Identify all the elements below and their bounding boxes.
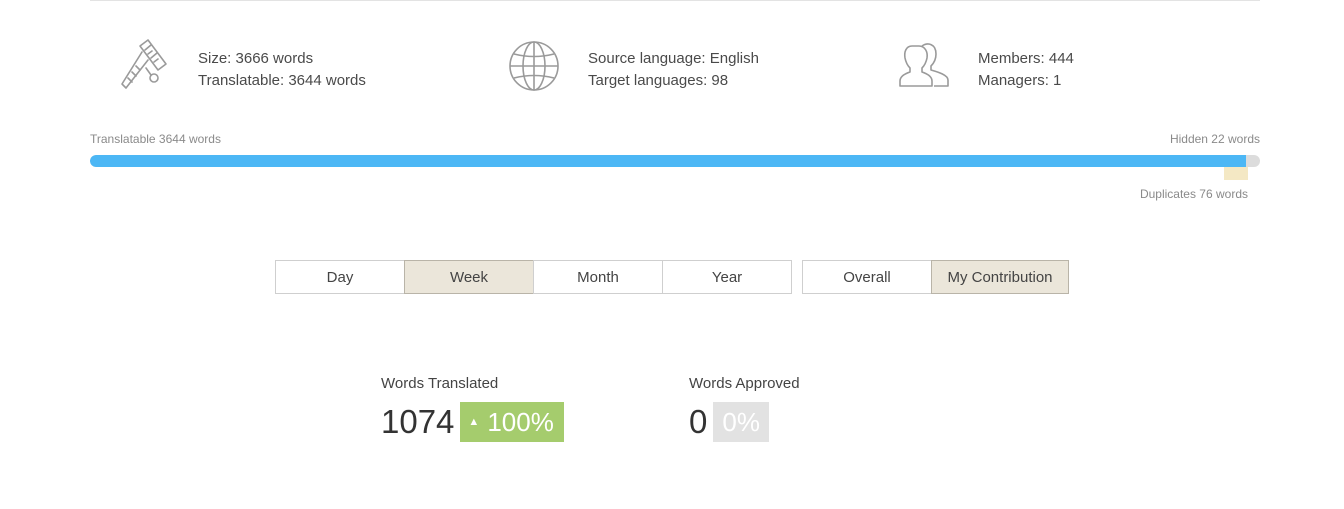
size-text: Size: 3666 words Translatable: 3644 word… [198, 48, 366, 92]
managers-value: Managers: 1 [978, 72, 1062, 89]
hidden-bar-label: Hidden 22 words [1169, 132, 1260, 146]
top-divider [90, 0, 1260, 1]
members-text: Members: 444 Managers: 1 [978, 48, 1074, 92]
tab-my-contribution[interactable]: My Contribution [931, 260, 1069, 294]
words-translated-label: Words Translated [381, 375, 499, 392]
tab-year[interactable]: Year [662, 260, 792, 294]
scope-tabs: Overall My Contribution [802, 260, 1069, 294]
words-translated-metric: Words Translated 1074 ▲ 100% [381, 375, 564, 442]
words-translated-change-value: 100% [487, 406, 554, 437]
language-text: Source language: English Target language… [588, 48, 759, 92]
source-language-value: Source language: English [588, 50, 759, 67]
translatable-bar-label: Translatable 3644 words [90, 132, 221, 146]
tab-week[interactable]: Week [404, 260, 534, 294]
translatable-value: Translatable: 3644 words [198, 72, 366, 89]
size-value: Size: 3666 words [198, 50, 314, 67]
word-progress-bar [90, 155, 1260, 167]
target-languages-value: Target languages: 98 [588, 72, 729, 89]
tab-day[interactable]: Day [275, 260, 405, 294]
words-approved-metric: Words Approved 0 0% [689, 375, 800, 442]
translatable-progress-fill [90, 155, 1246, 167]
tab-overall[interactable]: Overall [802, 260, 932, 294]
duplicates-marker [1224, 167, 1248, 180]
users-icon [899, 43, 949, 87]
caliper-icon [121, 39, 167, 89]
words-translated-value: 1074 [381, 403, 455, 440]
globe-icon [509, 41, 559, 91]
period-tabs: Day Week Month Year [275, 260, 792, 294]
arrow-up-icon: ▲ [468, 416, 480, 428]
words-translated-change-badge: ▲ 100% [460, 402, 564, 442]
words-approved-change-badge: 0% [713, 402, 769, 442]
tab-month[interactable]: Month [533, 260, 663, 294]
words-approved-value: 0 [689, 403, 708, 440]
words-approved-label: Words Approved [689, 375, 800, 392]
duplicates-bar-label: Duplicates 76 words [1139, 187, 1248, 201]
members-value: Members: 444 [978, 50, 1074, 67]
